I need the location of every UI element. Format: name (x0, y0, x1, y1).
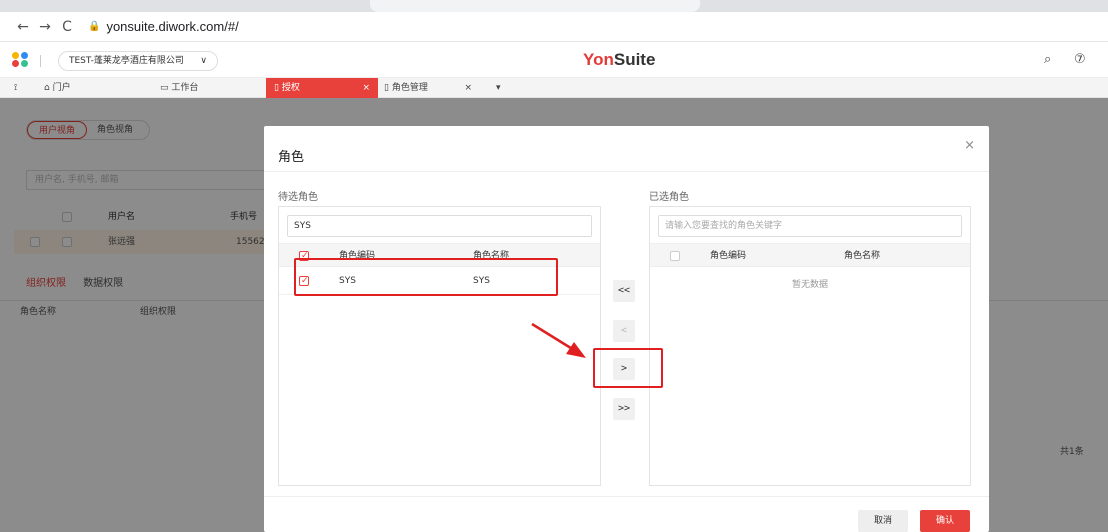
arrow-head (566, 342, 586, 358)
annotation-arrow-icon (531, 322, 586, 358)
arrow-shaft (531, 322, 575, 352)
